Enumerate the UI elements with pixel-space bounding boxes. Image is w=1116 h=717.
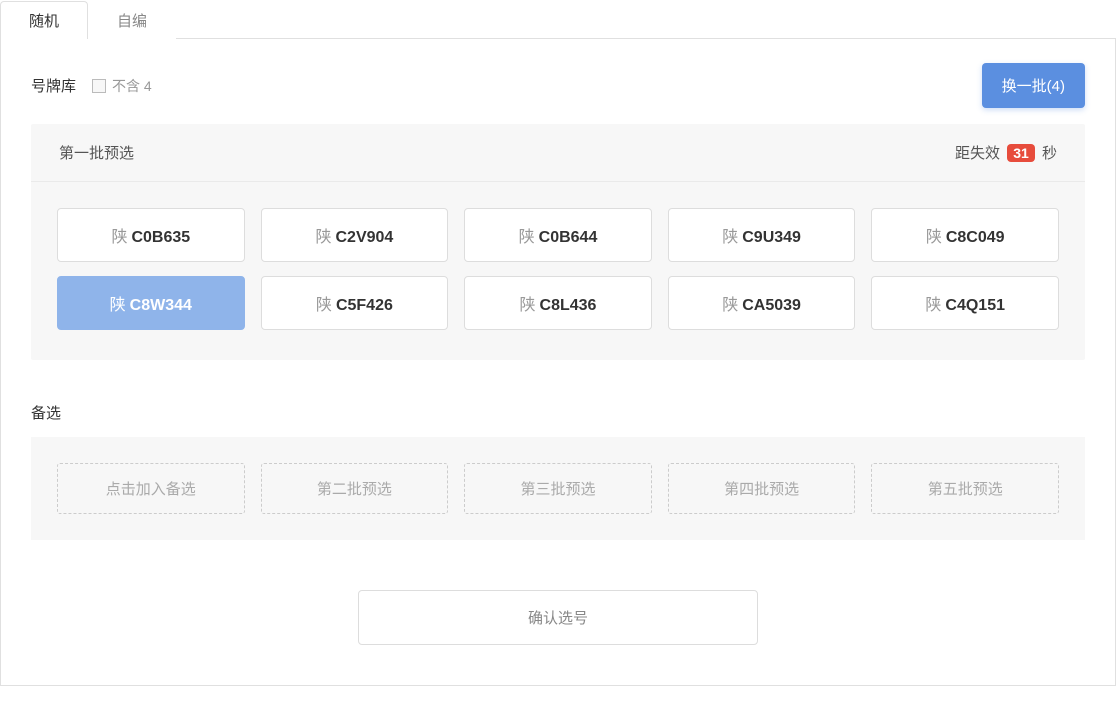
- tab-random[interactable]: 随机: [0, 1, 88, 39]
- plate-option[interactable]: 陕C8C049: [871, 208, 1059, 262]
- plate-code: C2V904: [335, 229, 393, 247]
- plate-province: 陕: [111, 223, 127, 247]
- plate-option[interactable]: 陕C8W344: [57, 276, 245, 330]
- tab-custom[interactable]: 自编: [88, 1, 176, 39]
- plate-code: C4Q151: [945, 297, 1005, 315]
- exclude4-label: 不含 4: [112, 76, 152, 96]
- plate-code: C8L436: [540, 297, 597, 315]
- alt-slot[interactable]: 第五批预选: [871, 463, 1059, 514]
- plate-code: CA5039: [742, 297, 801, 315]
- plate-option[interactable]: 陕C9U349: [668, 208, 856, 262]
- plate-code: C8C049: [946, 229, 1005, 247]
- plate-province: 陕: [722, 291, 738, 315]
- alt-slot[interactable]: 第二批预选: [261, 463, 449, 514]
- plate-option[interactable]: 陕C4Q151: [871, 276, 1059, 330]
- countdown-prefix: 距失效: [955, 145, 1000, 162]
- plate-code: C5F426: [336, 297, 393, 315]
- plate-province: 陕: [110, 291, 126, 315]
- plate-code: C0B644: [539, 229, 598, 247]
- alternatives-title: 备选: [31, 402, 1085, 423]
- tabs: 随机 自编: [0, 0, 1116, 39]
- countdown: 距失效 31 秒: [955, 142, 1057, 163]
- alt-slot[interactable]: 点击加入备选: [57, 463, 245, 514]
- plate-option[interactable]: 陕C0B644: [464, 208, 652, 262]
- exclude4-checkbox[interactable]: 不含 4: [92, 76, 152, 96]
- plate-province: 陕: [316, 291, 332, 315]
- plate-option[interactable]: 陕C5F426: [261, 276, 449, 330]
- plate-code: C9U349: [742, 229, 801, 247]
- pool-label: 号牌库: [31, 75, 76, 96]
- refresh-batch-button[interactable]: 换一批(4): [982, 63, 1085, 108]
- plate-option[interactable]: 陕CA5039: [668, 276, 856, 330]
- plates-grid: 陕C0B635陕C2V904陕C0B644陕C9U349陕C8C049陕C8W3…: [31, 182, 1085, 360]
- plate-province: 陕: [519, 223, 535, 247]
- batch-title: 第一批预选: [59, 142, 134, 163]
- plate-code: C8W344: [130, 297, 192, 315]
- plate-code: C0B635: [131, 229, 190, 247]
- plate-province: 陕: [926, 223, 942, 247]
- topbar: 号牌库 不含 4 换一批(4): [31, 63, 1085, 108]
- alternatives-box: 点击加入备选第二批预选第三批预选第四批预选第五批预选: [31, 437, 1085, 540]
- tab-content: 号牌库 不含 4 换一批(4) 第一批预选 距失效 31 秒 陕C0B635陕C…: [0, 39, 1116, 686]
- alt-slot[interactable]: 第三批预选: [464, 463, 652, 514]
- batch-header: 第一批预选 距失效 31 秒: [31, 124, 1085, 182]
- batch-box: 第一批预选 距失效 31 秒 陕C0B635陕C2V904陕C0B644陕C9U…: [31, 124, 1085, 360]
- plate-option[interactable]: 陕C8L436: [464, 276, 652, 330]
- plate-option[interactable]: 陕C2V904: [261, 208, 449, 262]
- countdown-value: 31: [1007, 144, 1035, 162]
- plate-province: 陕: [925, 291, 941, 315]
- checkbox-box-icon: [92, 79, 106, 93]
- confirm-button[interactable]: 确认选号: [358, 590, 758, 645]
- countdown-suffix: 秒: [1042, 145, 1057, 162]
- plate-province: 陕: [722, 223, 738, 247]
- alt-slot[interactable]: 第四批预选: [668, 463, 856, 514]
- plate-province: 陕: [520, 291, 536, 315]
- plate-option[interactable]: 陕C0B635: [57, 208, 245, 262]
- plate-province: 陕: [315, 223, 331, 247]
